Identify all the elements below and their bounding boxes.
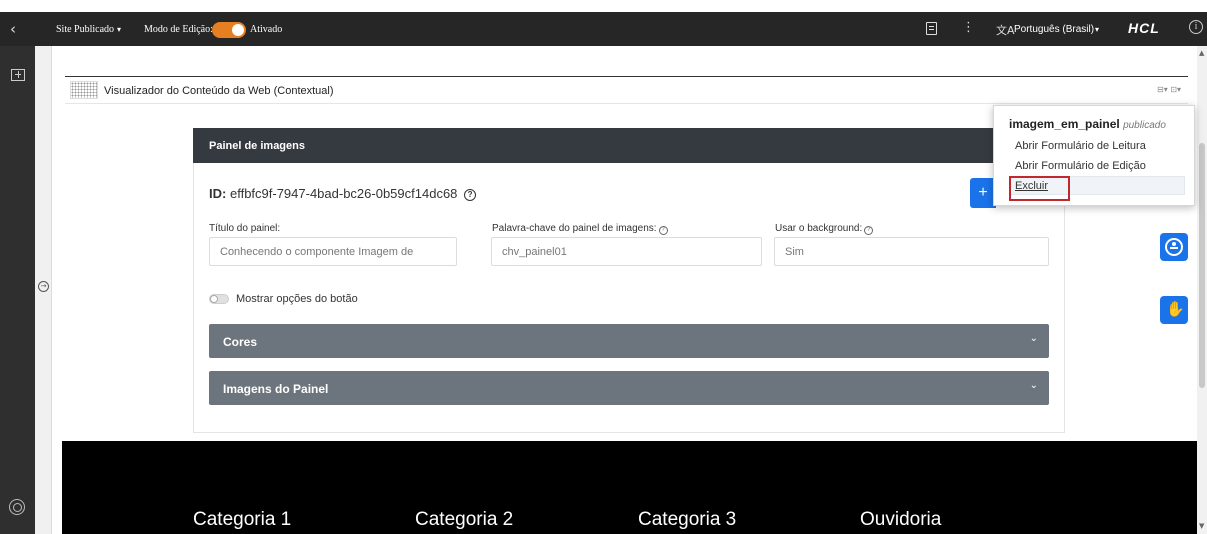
footer-ouvidoria[interactable]: Ouvidoria	[860, 509, 941, 531]
keyword-input[interactable]: chv_painel01	[491, 237, 762, 266]
switch-knob	[210, 295, 218, 303]
background-help-icon[interactable]: ?	[864, 226, 874, 235]
language-caret-icon[interactable]: ▾	[1095, 25, 1099, 34]
info-icon[interactable]: i	[1189, 20, 1203, 34]
panel-header-title: Painel de imagens	[209, 140, 305, 152]
menu-item-open-edit-form[interactable]: Abrir Formulário de Edição	[1015, 160, 1146, 172]
menu-title-status: publicado	[1123, 120, 1166, 131]
portlet-menu-icon[interactable]: ⊟▾ ⊡▾	[1157, 85, 1181, 94]
left-sidebar	[0, 46, 35, 534]
panel-title-label: Título do painel:	[209, 223, 280, 234]
portlet-title: Visualizador do Conteúdo da Web (Context…	[104, 85, 334, 97]
footer-category-3[interactable]: Categoria 3	[638, 509, 736, 531]
document-icon[interactable]	[926, 22, 937, 35]
menu-item-delete[interactable]: Excluir	[1015, 180, 1048, 192]
translate-icon: 文A	[996, 24, 1015, 37]
language-selector[interactable]: Português (Brasil)	[1014, 24, 1094, 35]
top-toolbar	[0, 0, 1207, 46]
background-input[interactable]: Sim	[774, 237, 1049, 266]
background-label-text: Usar o background:	[775, 223, 863, 234]
background-label: Usar o background:?	[775, 223, 874, 235]
edit-mode-toggle[interactable]	[212, 22, 246, 38]
button-options-switch[interactable]	[209, 294, 229, 304]
scroll-up-icon[interactable]: ▲	[1199, 49, 1204, 57]
portlet-separator	[65, 103, 1188, 104]
add-content-icon[interactable]	[11, 69, 25, 81]
menu-title-name: imagem_em_painel	[1009, 117, 1120, 131]
accordion-panel-images[interactable]: Imagens do Painel ⌄	[209, 371, 1049, 405]
sign-language-hands-icon: ✋	[1166, 300, 1185, 318]
portlet-top-border	[65, 76, 1188, 77]
accessibility-button[interactable]	[1160, 233, 1188, 261]
chevron-down-icon: ⌄	[1029, 333, 1038, 344]
menu-item-open-read-form[interactable]: Abrir Formulário de Leitura	[1015, 140, 1146, 152]
content-id-line: ID: effbfc9f-7947-4bad-bc26-0b59cf14dc68…	[209, 186, 477, 201]
accordion-colors-label: Cores	[223, 335, 258, 349]
edit-mode-label: Modo de Edição:	[144, 24, 213, 35]
help-lifebuoy-icon[interactable]	[9, 499, 25, 515]
hcl-logo: HCL	[1128, 20, 1160, 36]
keyword-label: Palavra-chave do painel de imagens:?	[492, 223, 668, 235]
panel-title-label-text: Título do painel:	[209, 223, 281, 234]
accessibility-icon	[1165, 238, 1183, 256]
id-help-icon[interactable]: ?	[464, 189, 477, 201]
toolbar-top-strip	[0, 0, 1207, 10]
button-options-label: Mostrar opções do botão	[236, 293, 358, 305]
sign-language-button[interactable]: ✋	[1160, 296, 1188, 324]
scroll-down-icon[interactable]: ▼	[1199, 522, 1204, 530]
chevron-down-icon: ⌄	[1029, 380, 1038, 391]
portlet-drag-handle[interactable]	[70, 81, 98, 99]
keyword-help-icon[interactable]: ?	[658, 226, 668, 235]
panel-title-input[interactable]: Conhecendo o componente Imagem de	[209, 237, 457, 266]
expand-arrow-icon[interactable]: →	[38, 281, 49, 292]
keyword-label-text: Palavra-chave do painel de imagens:	[492, 223, 657, 234]
accordion-colors[interactable]: Cores ⌄	[209, 324, 1049, 358]
id-value: effbfc9f-7947-4bad-bc26-0b59cf14dc68	[229, 186, 458, 201]
accordion-panel-images-label: Imagens do Painel	[223, 382, 329, 396]
edit-mode-toggle-knob	[232, 24, 244, 36]
id-label: ID:	[209, 186, 227, 201]
site-dropdown-caret-icon[interactable]: ▾	[117, 25, 121, 34]
menu-title: imagem_em_painel publicado	[1009, 117, 1166, 131]
site-status-dropdown[interactable]: Site Publicado	[56, 24, 114, 35]
edit-mode-state: Ativado	[250, 24, 283, 35]
footer-category-1[interactable]: Categoria 1	[193, 509, 291, 531]
panel-header	[193, 128, 1065, 163]
footer-category-2[interactable]: Categoria 2	[415, 509, 513, 531]
more-options-icon[interactable]: ⋮	[962, 20, 975, 35]
scrollbar-thumb[interactable]	[1199, 143, 1205, 388]
back-chevron-icon[interactable]: ‹	[10, 20, 16, 38]
